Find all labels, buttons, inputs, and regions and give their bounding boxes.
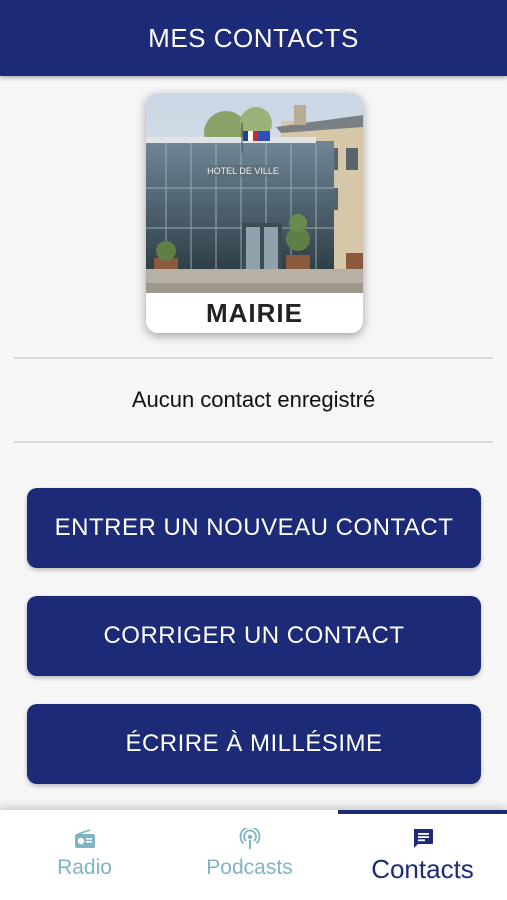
divider-top: [14, 357, 493, 359]
write-millesime-button[interactable]: ÉCRIRE À MILLÉSIME: [27, 704, 481, 784]
mairie-photo: HOTEL DE VILLE: [146, 93, 363, 293]
empty-contacts-message: Aucun contact enregistré: [131, 387, 376, 412]
chat-icon: [411, 828, 435, 850]
tab-contacts-label: Contacts: [371, 854, 474, 884]
page-title: MES CONTACTS: [148, 22, 359, 53]
bottom-navigation: Radio Podcasts Contacts: [0, 810, 507, 900]
building-sign-text: HOTEL DE VILLE: [207, 166, 279, 176]
tab-radio[interactable]: Radio: [0, 810, 169, 900]
mairie-label: MAIRIE: [206, 297, 303, 328]
edit-contact-button[interactable]: CORRIGER UN CONTACT: [27, 596, 481, 676]
podcast-icon: [239, 828, 261, 850]
tab-contacts[interactable]: Contacts: [338, 810, 507, 900]
new-contact-button[interactable]: ENTRER UN NOUVEAU CONTACT: [27, 488, 481, 568]
tab-radio-label: Radio: [57, 856, 112, 879]
header-bar: MES CONTACTS: [0, 0, 507, 76]
divider-bottom: [14, 441, 493, 443]
radio-icon: [74, 828, 96, 850]
tab-podcasts[interactable]: Podcasts: [165, 810, 334, 900]
tab-podcasts-label: Podcasts: [206, 856, 293, 879]
mairie-card[interactable]: HOTEL DE VILLE MAIRIE: [146, 93, 363, 333]
